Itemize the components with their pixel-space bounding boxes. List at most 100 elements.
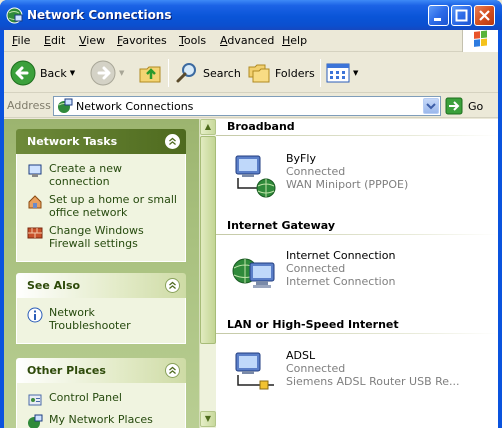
address-dropdown-button[interactable] [423, 98, 439, 114]
back-dropdown-icon[interactable]: ▼ [70, 69, 75, 77]
connection-internet-details: Internet Connection Connected Internet C… [286, 249, 395, 288]
network-tasks-panel: Network Tasks Create a new connection Se… [16, 129, 186, 262]
network-connections-icon [58, 98, 73, 113]
place-control-panel[interactable]: Control Panel [27, 391, 179, 408]
maximize-button[interactable] [451, 5, 472, 26]
up-folder-icon [139, 66, 161, 83]
forward-dropdown-icon[interactable]: ▼ [119, 69, 124, 77]
connection-adsl-details: ADSL Connected Siemens ADSL Router USB R… [286, 349, 460, 388]
windows-flag-icon [474, 30, 487, 47]
views-button[interactable]: ▼ [326, 58, 358, 88]
views-dropdown-icon[interactable]: ▼ [353, 69, 358, 77]
see-also-header[interactable]: See Also [16, 273, 186, 298]
close-button[interactable] [474, 5, 495, 26]
connection-name: Internet Connection [286, 249, 396, 262]
menu-favorites[interactable]: Favorites [117, 34, 167, 47]
firewall-icon [27, 227, 43, 239]
connection-device: WAN Miniport (PPPOE) [286, 178, 409, 191]
task-home-network-label: Set up a home or small office network [49, 193, 177, 219]
back-label: Back [40, 66, 67, 80]
group-title-lan: LAN or High-Speed Internet [227, 318, 399, 331]
title-bar[interactable]: Network Connections [0, 0, 502, 30]
forward-arrow-icon [90, 60, 116, 86]
address-bar: Address Network Connections Go [4, 94, 498, 118]
search-icon [176, 63, 196, 83]
place-my-network-places-label: My Network Places [49, 413, 153, 426]
address-value: Network Connections [76, 100, 194, 113]
window: Network Connections File Edit View Favor… [0, 0, 502, 428]
task-pane: Network Tasks Create a new connection Se… [4, 119, 199, 428]
broadband-connection-icon [235, 155, 276, 198]
see-also-title: See Also [27, 279, 81, 292]
up-folder-button[interactable] [138, 58, 164, 88]
content-area: Network Tasks Create a new connection Se… [4, 119, 498, 428]
other-places-title: Other Places [27, 364, 106, 377]
task-create-connection-label: Create a new connection [49, 162, 123, 188]
group-divider [216, 135, 498, 136]
task-pane-scrollbar[interactable]: ▲ ▼ [199, 119, 216, 428]
task-create-connection[interactable]: Create a new connection [27, 162, 179, 188]
address-label: Address [7, 99, 51, 112]
forward-button[interactable]: ▼ [90, 58, 124, 88]
network-tasks-header[interactable]: Network Tasks [16, 129, 186, 154]
group-title-internet-gateway: Internet Gateway [227, 219, 336, 232]
minimize-button[interactable] [428, 5, 449, 26]
scroll-down-button[interactable]: ▼ [200, 411, 216, 427]
connection-name: ByFly [286, 152, 316, 165]
connection-byfly-details: ByFly Connected WAN Miniport (PPPOE) [286, 152, 408, 191]
internet-gateway-icon [232, 258, 275, 288]
connection-device: Siemens ADSL Router USB Re... [286, 375, 460, 388]
other-places-header[interactable]: Other Places [16, 358, 186, 383]
go-label: Go [468, 99, 484, 113]
network-connections-icon [6, 7, 23, 24]
task-network-troubleshooter-label: Network Troubleshooter [49, 306, 131, 332]
folders-icon [248, 64, 270, 83]
connection-status: Connected [286, 262, 346, 275]
window-title: Network Connections [27, 8, 172, 22]
close-icon [479, 10, 490, 21]
toolbar: Back ▼ ▼ Search Folders ▼ [4, 53, 498, 93]
address-input[interactable]: Network Connections [53, 96, 441, 116]
folders-button[interactable]: Folders [247, 58, 315, 88]
control-panel-icon [28, 394, 42, 406]
connection-status: Connected [286, 165, 346, 178]
collapse-icon[interactable] [165, 363, 180, 378]
lan-connection-icon [235, 352, 274, 390]
see-also-panel: See Also Network Troubleshooter [16, 273, 186, 344]
menu-tools[interactable]: Tools [179, 34, 206, 47]
search-label: Search [203, 66, 241, 80]
window-frame: File Edit View Favorites Tools Advanced … [4, 30, 498, 428]
minimize-icon [434, 18, 441, 21]
other-places-panel: Other Places Control Panel My Network Pl… [16, 358, 186, 428]
info-icon [27, 307, 43, 323]
task-firewall-settings-label: Change Windows Firewall settings [49, 224, 144, 250]
group-title-broadband: Broadband [227, 120, 295, 133]
go-arrow-icon [445, 97, 463, 115]
collapse-icon[interactable] [165, 278, 180, 293]
scroll-thumb[interactable] [200, 136, 216, 344]
menu-file[interactable]: File [12, 34, 30, 47]
go-button[interactable]: Go [445, 97, 483, 115]
menu-bar: File Edit View Favorites Tools Advanced … [4, 30, 498, 52]
maximize-icon [455, 9, 468, 22]
scroll-up-button[interactable]: ▲ [200, 119, 216, 135]
connection-name: ADSL [286, 349, 316, 362]
other-places-body: Control Panel My Network Places [16, 383, 186, 428]
menu-advanced[interactable]: Advanced [220, 34, 274, 47]
home-network-icon [28, 195, 42, 209]
menu-help[interactable]: Help [282, 34, 307, 47]
task-network-troubleshooter[interactable]: Network Troubleshooter [27, 306, 179, 332]
task-firewall-settings[interactable]: Change Windows Firewall settings [27, 224, 179, 250]
collapse-icon[interactable] [165, 134, 180, 149]
see-also-body: Network Troubleshooter [16, 298, 186, 344]
back-button[interactable]: Back ▼ [10, 58, 75, 88]
connection-device: Internet Connection [286, 275, 396, 288]
connection-status: Connected [286, 362, 346, 375]
task-home-network[interactable]: Set up a home or small office network [27, 193, 179, 219]
menu-view[interactable]: View [79, 34, 105, 47]
toolbar-separator [320, 59, 321, 87]
back-arrow-icon [10, 60, 36, 86]
search-button[interactable]: Search [175, 58, 241, 88]
menu-edit[interactable]: Edit [44, 34, 65, 47]
place-my-network-places[interactable]: My Network Places [27, 413, 179, 428]
